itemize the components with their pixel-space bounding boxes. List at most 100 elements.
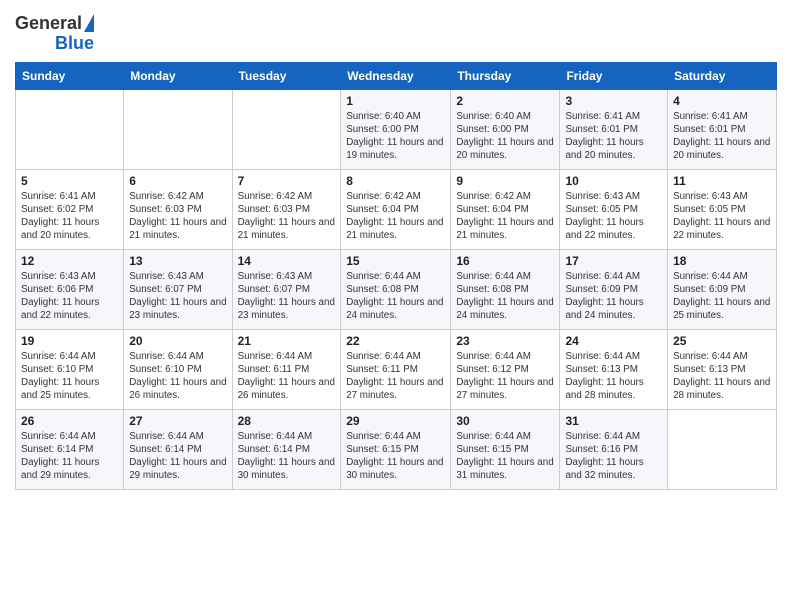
calendar-cell: 22 Sunrise: 6:44 AM Sunset: 6:11 PM Dayli… bbox=[341, 329, 451, 409]
day-number: 13 bbox=[129, 254, 226, 268]
day-number: 29 bbox=[346, 414, 445, 428]
calendar-cell bbox=[668, 409, 777, 489]
calendar-cell: 30Sunrise: 6:44 AM Sunset: 6:15 PM Dayli… bbox=[451, 409, 560, 489]
day-info: Sunrise: 6:43 AM Sunset: 6:07 PM Dayligh… bbox=[238, 270, 336, 323]
day-number: 18 bbox=[673, 254, 771, 268]
calendar-cell: 1 Sunrise: 6:40 AM Sunset: 6:00 PM Daylig… bbox=[341, 89, 451, 169]
calendar-cell: 9Sunrise: 6:42 AM Sunset: 6:04 PM Daylig… bbox=[451, 169, 560, 249]
calendar-cell bbox=[232, 89, 341, 169]
calendar-cell: 19 Sunrise: 6:44 AM Sunset: 6:10 PM Dayli… bbox=[16, 329, 124, 409]
calendar-cell: 20 Sunrise: 6:44 AM Sunset: 6:10 PM Dayli… bbox=[124, 329, 232, 409]
day-info: Sunrise: 6:41 AM Sunset: 6:01 PM Dayligh… bbox=[565, 110, 662, 163]
day-number: 3 bbox=[565, 94, 662, 108]
day-number: 16 bbox=[456, 254, 554, 268]
calendar-week-row: 26 Sunrise: 6:44 AM Sunset: 6:14 PM Dayli… bbox=[16, 409, 777, 489]
day-number: 8 bbox=[346, 174, 445, 188]
calendar-cell bbox=[16, 89, 124, 169]
calendar-cell: 13 Sunrise: 6:43 AM Sunset: 6:07 PM Dayli… bbox=[124, 249, 232, 329]
day-info: Sunrise: 6:43 AM Sunset: 6:05 PM Dayligh… bbox=[673, 190, 771, 243]
day-number: 26 bbox=[21, 414, 118, 428]
day-number: 6 bbox=[129, 174, 226, 188]
logo: General Blue bbox=[15, 14, 94, 54]
calendar-cell: 2 Sunrise: 6:40 AM Sunset: 6:00 PM Daylig… bbox=[451, 89, 560, 169]
calendar-cell: 6 Sunrise: 6:42 AM Sunset: 6:03 PM Daylig… bbox=[124, 169, 232, 249]
day-info: Sunrise: 6:44 AM Sunset: 6:13 PM Dayligh… bbox=[673, 350, 771, 403]
calendar-cell: 12 Sunrise: 6:43 AM Sunset: 6:06 PM Dayli… bbox=[16, 249, 124, 329]
day-number: 17 bbox=[565, 254, 662, 268]
day-info: Sunrise: 6:44 AM Sunset: 6:15 PM Dayligh… bbox=[456, 430, 554, 483]
calendar-cell: 28Sunrise: 6:44 AM Sunset: 6:14 PM Dayli… bbox=[232, 409, 341, 489]
weekday-header-thursday: Thursday bbox=[451, 62, 560, 89]
day-info: Sunrise: 6:41 AM Sunset: 6:02 PM Dayligh… bbox=[21, 190, 118, 243]
day-info: Sunrise: 6:44 AM Sunset: 6:12 PM Dayligh… bbox=[456, 350, 554, 403]
day-number: 25 bbox=[673, 334, 771, 348]
day-info: Sunrise: 6:44 AM Sunset: 6:14 PM Dayligh… bbox=[21, 430, 118, 483]
day-info: Sunrise: 6:44 AM Sunset: 6:10 PM Dayligh… bbox=[129, 350, 226, 403]
calendar-cell: 10 Sunrise: 6:43 AM Sunset: 6:05 PM Dayli… bbox=[560, 169, 668, 249]
day-number: 5 bbox=[21, 174, 118, 188]
calendar-cell: 21 Sunrise: 6:44 AM Sunset: 6:11 PM Dayli… bbox=[232, 329, 341, 409]
day-number: 15 bbox=[346, 254, 445, 268]
weekday-header-sunday: Sunday bbox=[16, 62, 124, 89]
day-number: 20 bbox=[129, 334, 226, 348]
calendar-cell: 3 Sunrise: 6:41 AM Sunset: 6:01 PM Daylig… bbox=[560, 89, 668, 169]
calendar-cell: 7 Sunrise: 6:42 AM Sunset: 6:03 PM Daylig… bbox=[232, 169, 341, 249]
logo-blue: Blue bbox=[55, 34, 94, 54]
calendar-cell: 27Sunrise: 6:44 AM Sunset: 6:14 PM Dayli… bbox=[124, 409, 232, 489]
day-info: Sunrise: 6:44 AM Sunset: 6:16 PM Dayligh… bbox=[565, 430, 662, 483]
day-info: Sunrise: 6:43 AM Sunset: 6:06 PM Dayligh… bbox=[21, 270, 118, 323]
calendar-cell: 16 Sunrise: 6:44 AM Sunset: 6:08 PM Dayli… bbox=[451, 249, 560, 329]
day-number: 7 bbox=[238, 174, 336, 188]
day-number: 4 bbox=[673, 94, 771, 108]
calendar-cell: 24Sunrise: 6:44 AM Sunset: 6:13 PM Dayli… bbox=[560, 329, 668, 409]
day-info: Sunrise: 6:42 AM Sunset: 6:04 PM Dayligh… bbox=[346, 190, 445, 243]
day-number: 14 bbox=[238, 254, 336, 268]
day-info: Sunrise: 6:42 AM Sunset: 6:03 PM Dayligh… bbox=[129, 190, 226, 243]
logo-triangle-icon bbox=[84, 14, 94, 32]
day-number: 10 bbox=[565, 174, 662, 188]
day-number: 19 bbox=[21, 334, 118, 348]
day-info: Sunrise: 6:44 AM Sunset: 6:11 PM Dayligh… bbox=[238, 350, 336, 403]
calendar-week-row: 5 Sunrise: 6:41 AM Sunset: 6:02 PM Daylig… bbox=[16, 169, 777, 249]
calendar-cell: 14 Sunrise: 6:43 AM Sunset: 6:07 PM Dayli… bbox=[232, 249, 341, 329]
day-info: Sunrise: 6:43 AM Sunset: 6:07 PM Dayligh… bbox=[129, 270, 226, 323]
day-info: Sunrise: 6:42 AM Sunset: 6:03 PM Dayligh… bbox=[238, 190, 336, 243]
day-info: Sunrise: 6:40 AM Sunset: 6:00 PM Dayligh… bbox=[346, 110, 445, 163]
weekday-header-monday: Monday bbox=[124, 62, 232, 89]
calendar-cell: 5 Sunrise: 6:41 AM Sunset: 6:02 PM Daylig… bbox=[16, 169, 124, 249]
day-info: Sunrise: 6:42 AM Sunset: 6:04 PM Dayligh… bbox=[456, 190, 554, 243]
day-number: 1 bbox=[346, 94, 445, 108]
day-info: Sunrise: 6:44 AM Sunset: 6:10 PM Dayligh… bbox=[21, 350, 118, 403]
calendar-cell: 17 Sunrise: 6:44 AM Sunset: 6:09 PM Dayli… bbox=[560, 249, 668, 329]
day-number: 2 bbox=[456, 94, 554, 108]
calendar-table: SundayMondayTuesdayWednesdayThursdayFrid… bbox=[15, 62, 777, 490]
calendar-week-row: 12 Sunrise: 6:43 AM Sunset: 6:06 PM Dayli… bbox=[16, 249, 777, 329]
logo-text-block: General Blue bbox=[15, 14, 94, 54]
day-info: Sunrise: 6:44 AM Sunset: 6:13 PM Dayligh… bbox=[565, 350, 662, 403]
page-header: General Blue bbox=[15, 10, 777, 54]
day-info: Sunrise: 6:44 AM Sunset: 6:11 PM Dayligh… bbox=[346, 350, 445, 403]
day-number: 31 bbox=[565, 414, 662, 428]
day-info: Sunrise: 6:44 AM Sunset: 6:09 PM Dayligh… bbox=[673, 270, 771, 323]
day-info: Sunrise: 6:44 AM Sunset: 6:15 PM Dayligh… bbox=[346, 430, 445, 483]
calendar-cell bbox=[124, 89, 232, 169]
weekday-header-saturday: Saturday bbox=[668, 62, 777, 89]
calendar-week-row: 19 Sunrise: 6:44 AM Sunset: 6:10 PM Dayli… bbox=[16, 329, 777, 409]
weekday-header-friday: Friday bbox=[560, 62, 668, 89]
calendar-cell: 23Sunrise: 6:44 AM Sunset: 6:12 PM Dayli… bbox=[451, 329, 560, 409]
day-info: Sunrise: 6:41 AM Sunset: 6:01 PM Dayligh… bbox=[673, 110, 771, 163]
day-number: 12 bbox=[21, 254, 118, 268]
day-number: 21 bbox=[238, 334, 336, 348]
day-info: Sunrise: 6:44 AM Sunset: 6:08 PM Dayligh… bbox=[456, 270, 554, 323]
calendar-cell: 18 Sunrise: 6:44 AM Sunset: 6:09 PM Dayli… bbox=[668, 249, 777, 329]
calendar-cell: 15Sunrise: 6:44 AM Sunset: 6:08 PM Dayli… bbox=[341, 249, 451, 329]
day-info: Sunrise: 6:43 AM Sunset: 6:05 PM Dayligh… bbox=[565, 190, 662, 243]
day-number: 22 bbox=[346, 334, 445, 348]
calendar-cell: 4 Sunrise: 6:41 AM Sunset: 6:01 PM Daylig… bbox=[668, 89, 777, 169]
weekday-header-wednesday: Wednesday bbox=[341, 62, 451, 89]
calendar-cell: 29 Sunrise: 6:44 AM Sunset: 6:15 PM Dayli… bbox=[341, 409, 451, 489]
day-info: Sunrise: 6:44 AM Sunset: 6:09 PM Dayligh… bbox=[565, 270, 662, 323]
day-info: Sunrise: 6:44 AM Sunset: 6:14 PM Dayligh… bbox=[129, 430, 226, 483]
day-info: Sunrise: 6:40 AM Sunset: 6:00 PM Dayligh… bbox=[456, 110, 554, 163]
weekday-header-row: SundayMondayTuesdayWednesdayThursdayFrid… bbox=[16, 62, 777, 89]
